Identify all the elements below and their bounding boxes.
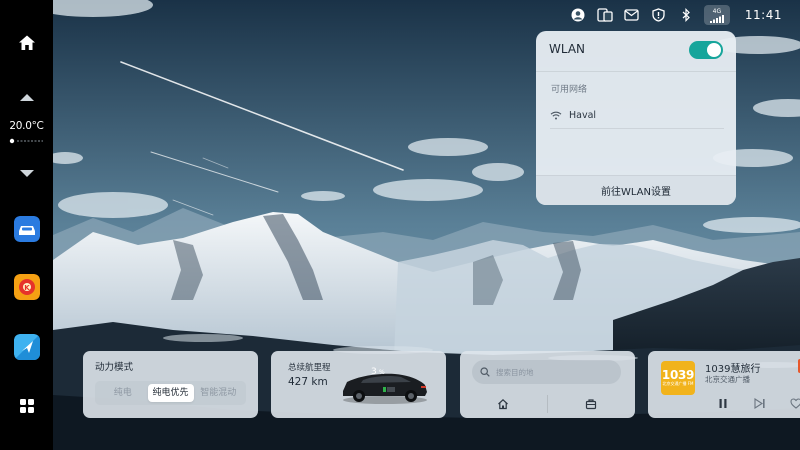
battery-unit: % [379, 369, 385, 376]
home-outline-icon [498, 398, 508, 410]
mode-option-ev-priority[interactable]: 纯电优先 [147, 384, 194, 402]
range-title: 总续航里程 [288, 363, 331, 373]
range-value: 427 km [288, 376, 328, 388]
car-app-icon [13, 216, 40, 242]
media-title: 1039慧旅行 [705, 364, 761, 375]
pause-icon [719, 398, 727, 408]
media-subtitle: 北京交通广播 [705, 375, 750, 384]
network-item-haval[interactable]: Haval [550, 102, 724, 128]
status-bar: 4G 11:41 [559, 4, 800, 26]
station-art-sub: 北京交通广播 FM [662, 381, 694, 386]
chevron-down-icon [19, 170, 34, 177]
bluetooth-button[interactable] [678, 7, 694, 23]
temperature-readout: 20.0°C [9, 120, 44, 132]
security-button[interactable] [651, 7, 667, 23]
car-image: 3 % [343, 367, 427, 404]
destination-search[interactable]: 搜索目的地 [472, 360, 621, 384]
vehicle-app-button[interactable] [0, 216, 53, 242]
message-icon [624, 9, 640, 21]
navigation-card: 搜索目的地 [460, 351, 635, 418]
station-art-label: 1039 [661, 368, 695, 382]
fan-level-indicator [9, 138, 43, 144]
temperature-down-button[interactable] [0, 166, 53, 182]
shield-icon [652, 8, 666, 22]
network-name: Haval [569, 109, 597, 121]
mode-option-ev[interactable]: 纯电 [98, 384, 148, 402]
briefcase-icon [585, 399, 597, 410]
divider [550, 128, 724, 129]
divider [536, 71, 736, 72]
mode-option-smart-hybrid[interactable]: 智能混动 [194, 384, 244, 402]
cellular-signal[interactable]: 4G [703, 5, 730, 25]
battery-percent: 3 [371, 367, 377, 377]
power-mode-card: 动力模式 纯电 纯电优先 智能混动 [83, 351, 258, 418]
pause-button[interactable] [715, 396, 731, 410]
network-type-label: 4G [712, 7, 722, 15]
search-icon [480, 367, 490, 377]
station-artwork: 1039 北京交通广播 FM [661, 361, 695, 395]
chevron-up-icon [19, 94, 34, 101]
wlan-title: WLAN [549, 42, 586, 56]
wlan-toggle[interactable] [689, 41, 723, 59]
power-mode-selector: 纯电 纯电优先 智能混动 [95, 381, 246, 405]
app-grid-button[interactable] [0, 397, 53, 415]
phone-mirror-button[interactable] [597, 7, 613, 23]
phone-mirror-icon [597, 8, 613, 22]
next-track-button[interactable] [752, 396, 768, 410]
toggle-knob [707, 43, 721, 57]
nav-work-button[interactable] [581, 396, 601, 412]
radio-app-icon: K [13, 274, 40, 300]
user-icon [571, 8, 585, 22]
favorite-button[interactable] [788, 396, 800, 410]
wlan-panel: WLAN 可用网络 Haval 前往WLAN设置 [536, 31, 736, 205]
navigation-app-button[interactable] [0, 334, 53, 360]
wifi-icon [550, 111, 562, 119]
left-rail: 20.0°C K [0, 0, 53, 450]
media-card[interactable]: 1039 北京交通广播 FM 1039慧旅行 北京交通广播 [648, 351, 800, 418]
navigation-app-icon [13, 334, 40, 360]
power-mode-title: 动力模式 [95, 362, 134, 373]
clock: 11:41 [744, 8, 782, 22]
home-button[interactable] [0, 31, 53, 55]
available-networks-label: 可用网络 [551, 85, 588, 95]
user-button[interactable] [570, 7, 586, 23]
skip-next-icon [754, 397, 765, 409]
grid-icon [19, 399, 34, 413]
range-card[interactable]: 总续航里程 427 km 3 % [271, 351, 446, 418]
bluetooth-icon [682, 8, 690, 22]
nav-home-button[interactable] [493, 396, 513, 412]
signal-icon [709, 14, 724, 23]
wlan-settings-button[interactable]: 前往WLAN设置 [536, 175, 736, 205]
heart-icon [790, 397, 800, 409]
message-button[interactable] [624, 7, 640, 23]
temperature-up-button[interactable] [0, 88, 53, 106]
radio-app-button[interactable]: K [0, 274, 53, 300]
search-placeholder: 搜索目的地 [496, 367, 534, 377]
home-icon [18, 35, 35, 50]
svg-text:K: K [24, 284, 30, 292]
divider [547, 395, 548, 413]
